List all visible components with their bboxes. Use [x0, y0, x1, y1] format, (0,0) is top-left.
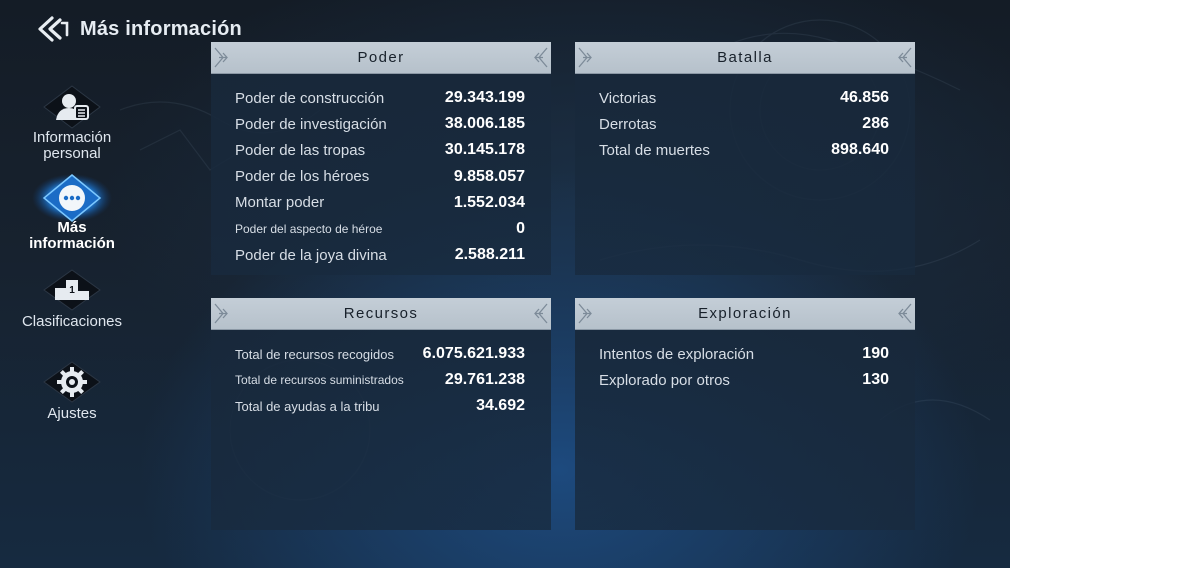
stat-value: 34.692: [476, 397, 525, 415]
stat-label: Poder de investigación: [235, 115, 387, 133]
sidebar-item-label: Ajustes: [47, 405, 97, 422]
svg-text:1: 1: [69, 285, 75, 296]
stat-value: 29.761.238: [444, 371, 525, 389]
stat-row: Total de recursos recogidos 6.075.621.933: [235, 341, 525, 367]
stat-row: Poder de investigación 38.006.185: [235, 111, 525, 137]
panel-header: Batalla: [575, 42, 915, 74]
panel-poder: Poder Poder de construcción 29.343.199 Po…: [211, 42, 551, 275]
stat-label: Derrotas: [599, 115, 657, 133]
stat-list: Total de recursos recogidos 6.075.621.933…: [235, 341, 525, 420]
stat-label: Montar poder: [235, 194, 325, 212]
stat-list: Intentos de exploración 190 Explorado por…: [599, 341, 889, 393]
sidebar-item-clasificaciones[interactable]: 1 Clasificaciones: [12, 268, 132, 330]
panel-title: Batalla: [717, 49, 773, 66]
panel-recursos: Recursos Total de recursos recogidos 6.07…: [211, 298, 551, 530]
stat-value: 2.588.211: [454, 246, 525, 264]
sidebar-item-label: Información: [32, 129, 112, 146]
panel-title: Recursos: [343, 305, 419, 322]
stat-label: Poder de construcción: [235, 89, 385, 107]
stat-label: Poder del aspecto de héroe: [235, 222, 383, 237]
stat-label: Total de recursos suministrados: [235, 373, 404, 388]
ornament-icon: [534, 47, 548, 68]
sidebar-item-label: información: [29, 235, 115, 252]
stat-value: 190: [862, 345, 889, 363]
stat-value: 38.006.185: [444, 115, 525, 133]
podium-icon: 1: [43, 269, 101, 311]
stat-value: 6.075.621.933: [422, 345, 525, 363]
stat-value: 9.858.057: [453, 167, 525, 185]
panel-header: Poder: [211, 42, 551, 74]
stat-value: 46.856: [840, 89, 889, 107]
stat-label: Poder de los héroes: [235, 168, 370, 186]
panel-batalla: Batalla Victorias 46.856 Derrotas 286 Tota…: [575, 42, 915, 275]
stat-row: Poder de construcción 29.343.199: [235, 85, 525, 111]
stat-label: Intentos de exploración: [599, 345, 755, 363]
stat-list: Poder de construcción 29.343.199 Poder de…: [235, 85, 525, 268]
stat-row: Poder de la joya divina 2.588.211: [235, 242, 525, 268]
stat-value: 30.145.178: [444, 141, 525, 159]
stat-label: Victorias: [599, 89, 657, 107]
sidebar-item-ajustes[interactable]: Ajustes: [12, 360, 132, 422]
stat-label: Explorado por otros: [599, 371, 730, 389]
panel-header: Exploración: [575, 298, 915, 330]
stat-label: Total de muertes: [599, 141, 710, 159]
sidebar-item-label: Clasificaciones: [21, 313, 123, 330]
stat-row: Total de recursos suministrados 29.761.23…: [235, 367, 525, 393]
ornament-icon: [898, 47, 912, 68]
stat-row: Poder de las tropas 30.145.178: [235, 137, 525, 163]
gear-icon: [43, 361, 101, 403]
panel-title: Poder: [357, 49, 405, 66]
stat-label: Total de recursos recogidos: [235, 346, 394, 362]
stat-label: Total de ayudas a la tribu: [235, 398, 380, 414]
sidebar-item-informacion-personal[interactable]: Información personal: [12, 84, 132, 162]
stat-label: Poder de las tropas: [235, 141, 366, 159]
stat-row: Montar poder 1.552.034: [235, 190, 525, 216]
stat-row: Intentos de exploración 190: [599, 341, 889, 367]
stat-list: Victorias 46.856 Derrotas 286 Total de mue…: [599, 85, 889, 164]
page-title: Más información: [80, 17, 242, 40]
profile-icon: [43, 85, 101, 129]
stat-row: Poder de los héroes 9.858.057: [235, 164, 525, 190]
panel-title: Exploración: [698, 305, 792, 322]
sidebar-item-label: Más: [57, 219, 87, 236]
stat-row: Explorado por otros 130: [599, 367, 889, 393]
more-info-icon: [32, 174, 112, 222]
back-arrow-icon[interactable]: [36, 14, 72, 44]
stat-value: 29.343.199: [444, 89, 525, 107]
stat-row: Total de muertes 898.640: [599, 137, 889, 163]
stat-row: Poder del aspecto de héroe 0: [235, 216, 525, 242]
stat-value: 898.640: [831, 141, 889, 159]
sidebar-item-label: personal: [43, 145, 101, 162]
stat-row: Victorias 46.856: [599, 85, 889, 111]
stat-value: 0: [516, 220, 525, 238]
game-screen: Más información Información personal Más…: [0, 0, 1010, 568]
stat-label: Poder de la joya divina: [235, 246, 387, 264]
sidebar-item-mas-informacion[interactable]: Más información: [12, 174, 132, 252]
page-header: Más información: [36, 12, 242, 46]
stat-row: Total de ayudas a la tribu 34.692: [235, 393, 525, 419]
ornament-icon: [534, 303, 548, 324]
stat-value: 286: [862, 115, 889, 133]
stat-value: 1.552.034: [453, 193, 525, 211]
ornament-icon: [898, 303, 912, 324]
stat-row: Derrotas 286: [599, 111, 889, 137]
panel-header: Recursos: [211, 298, 551, 330]
panel-exploracion: Exploración Intentos de exploración 190 E…: [575, 298, 915, 530]
stat-value: 130: [862, 371, 889, 389]
